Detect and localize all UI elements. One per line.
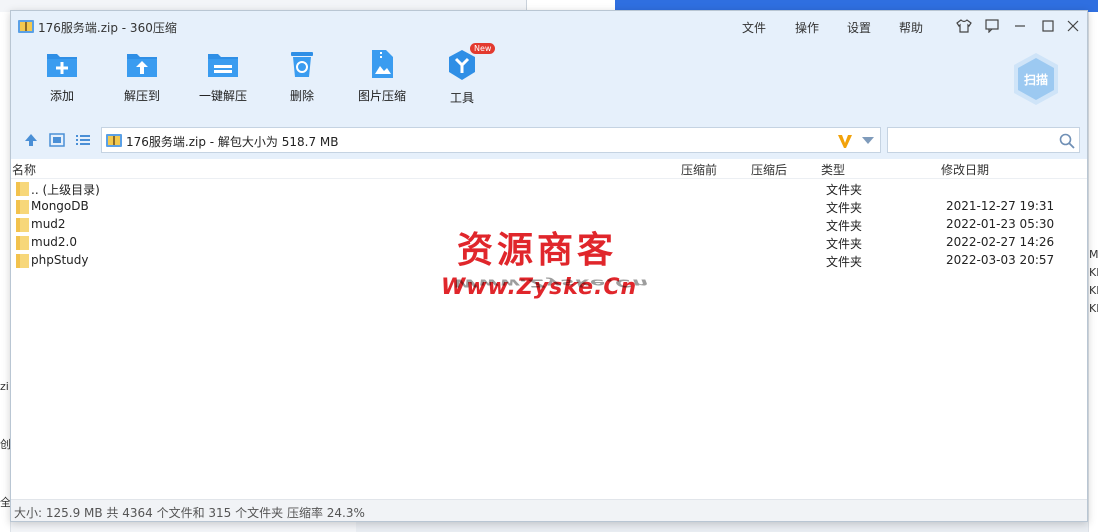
- search-input[interactable]: [887, 127, 1080, 153]
- menu-settings[interactable]: 设置: [847, 19, 871, 36]
- folder-icon: [16, 254, 29, 268]
- item-date: 2022-02-27 14:26: [946, 235, 1055, 249]
- folder-icon: [16, 200, 29, 214]
- folder-icon: [16, 236, 29, 250]
- list-item[interactable]: MongoDB 文件夹 2021-12-27 19:31: [11, 198, 1087, 216]
- item-date: 2022-01-23 05:30: [946, 217, 1055, 231]
- menu-operation[interactable]: 操作: [795, 19, 819, 36]
- background-left-text: 全: [0, 496, 10, 509]
- delete-label: 删除: [289, 89, 314, 103]
- chevron-down-icon[interactable]: [862, 137, 874, 145]
- tools-label: 工具: [449, 91, 474, 105]
- item-type: 文件夹: [826, 237, 863, 251]
- path-text: 176服务端.zip - 解包大小为 518.7 MB: [126, 135, 339, 149]
- delete-icon: [291, 52, 313, 77]
- background-left-text: zi: [0, 380, 9, 393]
- column-name[interactable]: 名称: [12, 161, 36, 178]
- shirt-icon: [956, 19, 972, 33]
- image-compress-label: 图片压缩: [357, 89, 406, 103]
- background-right-text: MB: [1089, 248, 1098, 261]
- navigation-bar: 176服务端.zip - 解包大小为 518.7 MB: [11, 121, 1087, 159]
- search-icon[interactable]: [1059, 133, 1075, 149]
- path-bar[interactable]: 176服务端.zip - 解包大小为 518.7 MB: [101, 127, 881, 153]
- status-bar: 大小: 125.9 MB 共 4364 个文件和 315 个文件夹 压缩率 24…: [11, 499, 1087, 521]
- skin-button[interactable]: [955, 17, 973, 35]
- item-date: 2022-03-03 20:57: [946, 253, 1055, 267]
- scan-button[interactable]: 扫描: [1011, 51, 1061, 107]
- minimize-icon: [1015, 25, 1025, 27]
- watermark-cn-text: 资源商客: [457, 230, 618, 271]
- item-type: 文件夹: [826, 219, 863, 233]
- menu-help[interactable]: 帮助: [899, 19, 923, 36]
- add-button[interactable]: 添加: [22, 49, 102, 104]
- archive-window: 176服务端.zip - 360压缩 文件 操作 设置 帮助 添加 解压到 一键…: [10, 10, 1088, 522]
- add-label: 添加: [49, 89, 74, 103]
- item-type: 文件夹: [826, 201, 863, 215]
- feedback-button[interactable]: [983, 17, 1001, 35]
- chat-icon: [985, 19, 999, 33]
- file-list[interactable]: 名称 压缩前 压缩后 类型 修改日期 .. (上级目录) 文件夹 MongoDB…: [11, 159, 1087, 499]
- one-click-extract-button[interactable]: 一键解压: [183, 49, 263, 104]
- background-right-text: KB: [1089, 302, 1098, 315]
- item-name: mud2: [31, 217, 66, 231]
- watermark-reflection: Www.Zyske.Cn: [453, 276, 650, 290]
- item-name: MongoDB: [31, 199, 89, 213]
- extract-to-label: 解压到: [123, 89, 160, 103]
- up-arrow-icon[interactable]: [23, 133, 39, 147]
- window-title: 176服务端.zip - 360压缩: [38, 21, 177, 35]
- minimize-button[interactable]: [1011, 17, 1029, 35]
- folder-icon: [16, 218, 29, 232]
- folder-icon: [16, 182, 29, 196]
- item-name: mud2.0: [31, 235, 77, 249]
- watermark: 资源商客 Www.Zyske.Cn Www.Zyske.Cn: [441, 221, 681, 321]
- close-button[interactable]: [1064, 17, 1082, 35]
- v-logo-icon[interactable]: [837, 133, 853, 149]
- extract-to-button[interactable]: 解压到: [102, 49, 182, 104]
- delete-button[interactable]: 删除: [262, 49, 342, 104]
- background-right-panel: MB KB KB KB: [1088, 12, 1098, 532]
- zip-file-icon: [106, 134, 122, 147]
- scan-label: 扫描: [1023, 73, 1048, 87]
- image-compress-icon: [372, 50, 393, 78]
- maximize-button[interactable]: [1039, 17, 1057, 35]
- column-original-size[interactable]: 压缩前: [681, 161, 717, 178]
- item-type: 文件夹: [826, 255, 863, 269]
- tools-button[interactable]: New 工具: [422, 43, 502, 106]
- list-header: 名称 压缩前 压缩后 类型 修改日期: [11, 159, 1087, 179]
- thumbnail-view-icon[interactable]: [49, 133, 65, 147]
- item-date: 2021-12-27 19:31: [946, 199, 1055, 213]
- main-toolbar: 添加 解压到 一键解压 删除 图片压缩 New 工具 扫描: [11, 41, 1087, 121]
- status-text: 大小: 125.9 MB 共 4364 个文件和 315 个文件夹 压缩率 24…: [14, 506, 365, 520]
- column-type[interactable]: 类型: [821, 161, 845, 178]
- menu-file[interactable]: 文件: [742, 19, 766, 36]
- item-name: phpStudy: [31, 253, 89, 267]
- background-left-text: 创: [0, 438, 10, 451]
- title-bar[interactable]: 176服务端.zip - 360压缩 文件 操作 设置 帮助: [11, 11, 1087, 41]
- close-icon: [1067, 20, 1079, 32]
- one-click-extract-icon: [208, 54, 238, 77]
- item-type: 文件夹: [826, 183, 863, 197]
- add-icon: [47, 54, 77, 77]
- zip-file-icon: [18, 20, 34, 33]
- background-right-text: KB: [1089, 266, 1098, 279]
- column-modified-date[interactable]: 修改日期: [941, 161, 989, 178]
- extract-to-icon: [127, 54, 157, 77]
- image-compress-button[interactable]: 图片压缩: [342, 49, 422, 104]
- list-item[interactable]: .. (上级目录) 文件夹: [11, 180, 1087, 198]
- background-right-text: KB: [1089, 284, 1098, 297]
- item-name: .. (上级目录): [31, 183, 100, 197]
- one-click-extract-label: 一键解压: [198, 89, 247, 103]
- maximize-icon: [1042, 20, 1054, 32]
- new-badge: New: [470, 43, 496, 54]
- list-view-icon[interactable]: [75, 133, 91, 147]
- column-compressed-size[interactable]: 压缩后: [751, 161, 787, 178]
